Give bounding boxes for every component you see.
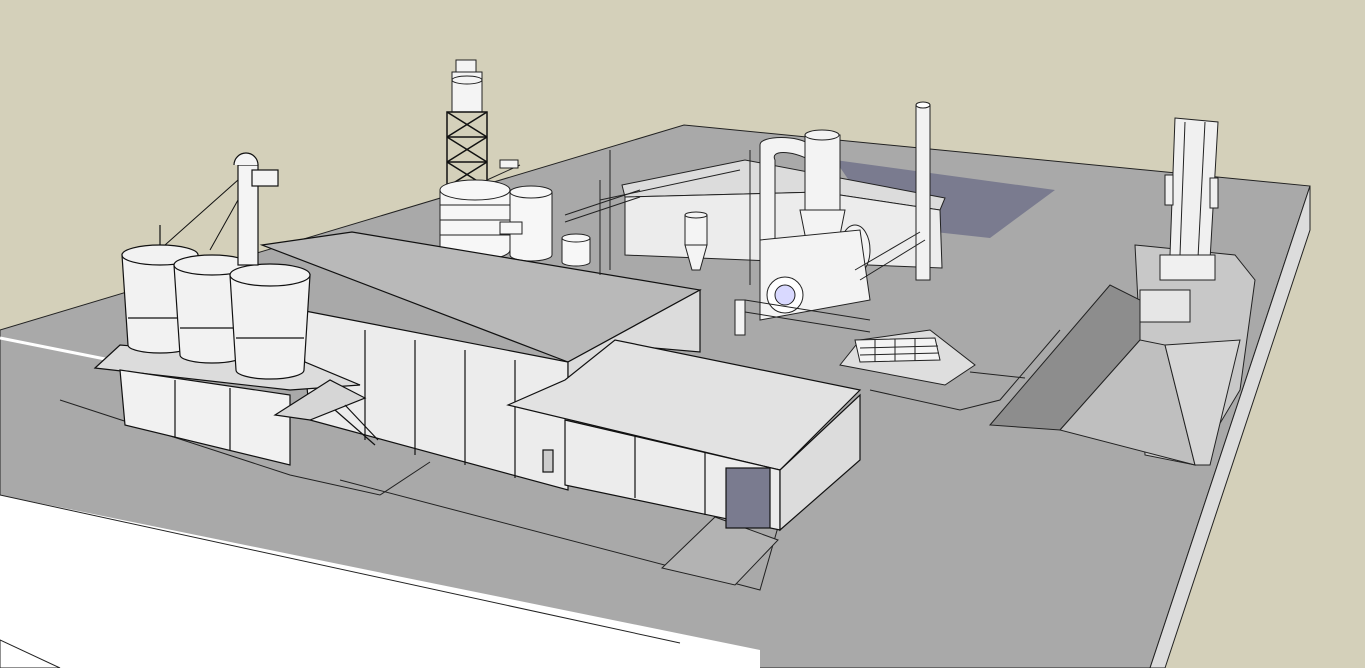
plant-model-render — [0, 0, 1365, 668]
exhaust-stack — [915, 101, 931, 281]
sketch-viewport[interactable] — [0, 0, 1365, 668]
